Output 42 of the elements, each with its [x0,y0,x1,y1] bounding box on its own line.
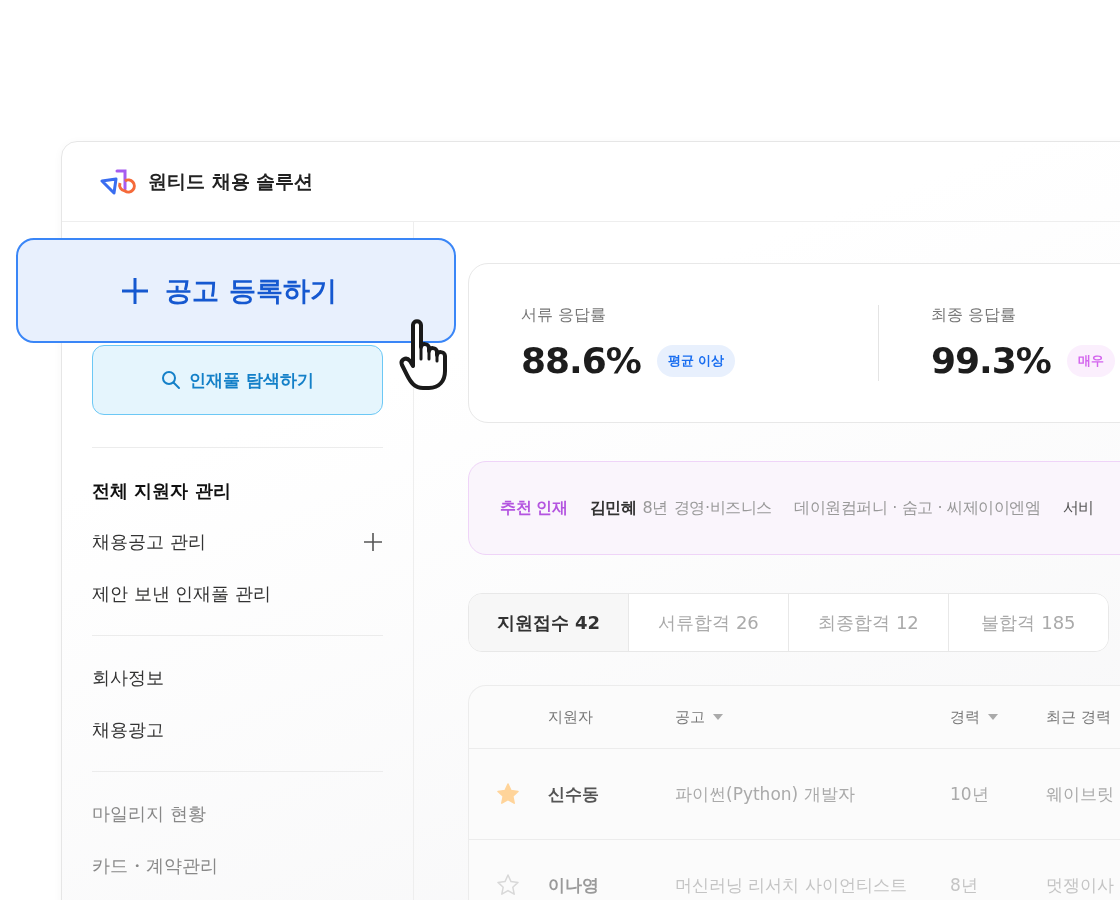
sidebar-item[interactable]: 카드・계약관리 [92,853,218,878]
column-header[interactable]: 경력 [950,707,980,727]
candidate-experience: 8년 [642,497,668,519]
sidebar-item[interactable]: 전체 지원자 관리 [92,478,231,503]
status-tab[interactable]: 불합격 185 [949,594,1108,651]
talent-search-button[interactable]: 인재풀 탐색하기 [92,345,383,415]
sidebar-item[interactable]: 채용광고 [92,717,164,742]
status-tab[interactable]: 지원접수 42 [469,594,629,651]
column-header[interactable]: 공고 [675,707,705,727]
posting-cell-text: 파이썬(Python) 개발자 [675,782,856,806]
sidebar-item[interactable]: 제안 보낸 인재풀 관리 [92,581,272,606]
stat-label: 서류 응답률 [521,305,608,326]
sort-caret-icon[interactable] [988,714,998,720]
candidate-field: 경영·비즈니스 [673,497,773,519]
sidebar-item[interactable]: 회사정보 [92,666,164,691]
candidate-name: 김민혜 [589,497,637,519]
sort-caret-icon[interactable] [713,714,723,720]
recommendation-label: 추천 인재 [500,497,568,519]
stat-tag: 매우 [1066,344,1115,377]
recent-career-cell-text: 웨이브릿 [1046,782,1115,806]
star-icon[interactable] [496,873,520,897]
star-icon[interactable] [496,782,520,806]
plus-icon [121,276,150,305]
add-icon[interactable] [363,532,383,553]
experience-cell-text: 10년 [950,782,990,806]
stat-value: 88.6% [521,340,641,381]
status-tab[interactable]: 서류합격 26 [629,594,789,651]
sidebar-item[interactable]: 마일리지 현황 [92,802,206,827]
stat-label: 최종 응답률 [931,305,1018,326]
column-header[interactable]: 지원자 [548,707,593,727]
app-title: 원티드 채용 솔루션 [148,168,314,194]
candidate-companies: 데이원컴퍼니 · 숨고 · 씨제이이엔엠 [794,497,1041,519]
search-icon [161,370,182,390]
candidate-detail: 서비 [1062,497,1094,519]
stat-value: 99.3% [931,340,1051,381]
status-tab[interactable]: 최종합격 12 [789,594,949,651]
applicant-name: 이나영 [548,873,600,897]
post-job-button[interactable]: 공고 등록하기 [16,238,456,343]
stat-tag: 평균 이상 [656,344,736,377]
column-header[interactable]: 최근 경력 [1046,707,1111,727]
applicant-name: 신수동 [548,782,600,806]
sidebar-item[interactable]: 채용공고 관리 [92,530,206,555]
